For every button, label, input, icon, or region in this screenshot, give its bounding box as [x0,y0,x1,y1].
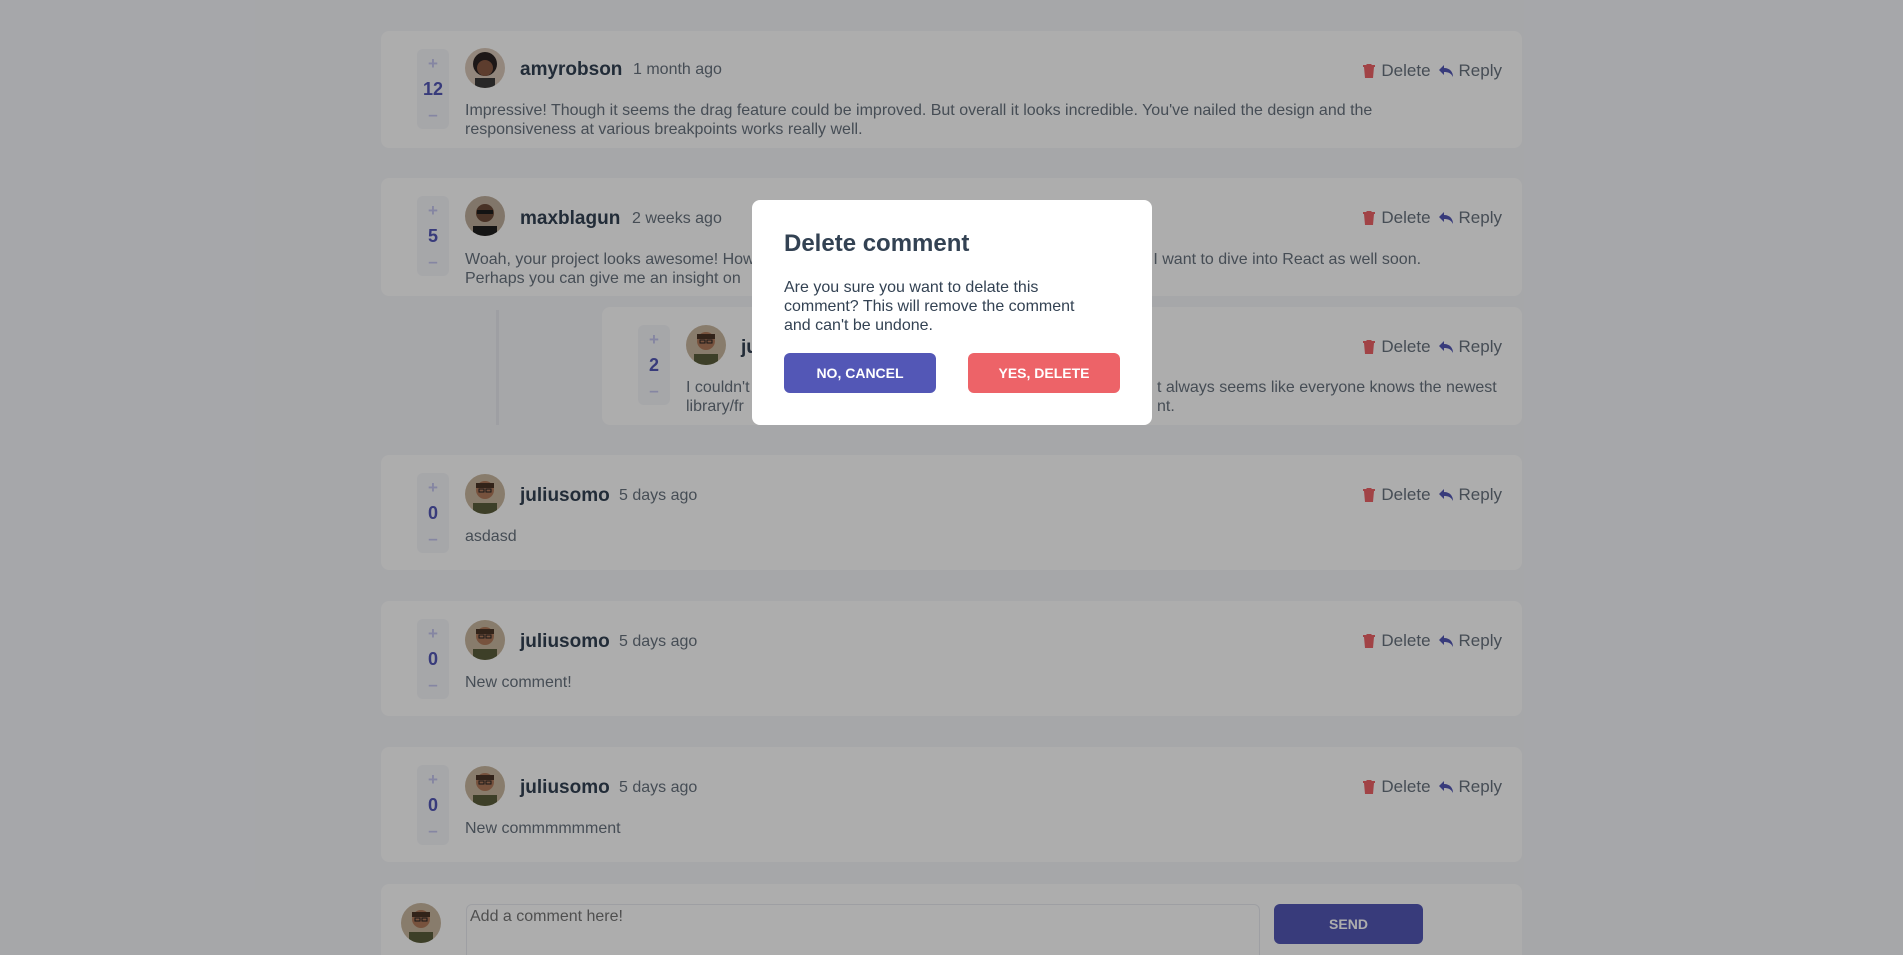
cancel-button[interactable]: NO, CANCEL [784,353,936,393]
modal-title: Delete comment [784,230,970,257]
modal-backdrop[interactable] [0,0,1903,955]
modal-message: Are you sure you want to delate this com… [784,279,1075,334]
modal-buttons: NO, CANCEL YES, DELETE [784,353,1120,393]
confirm-delete-button[interactable]: YES, DELETE [968,353,1120,393]
delete-comment-modal: Delete comment Are you sure you want to … [752,200,1152,425]
